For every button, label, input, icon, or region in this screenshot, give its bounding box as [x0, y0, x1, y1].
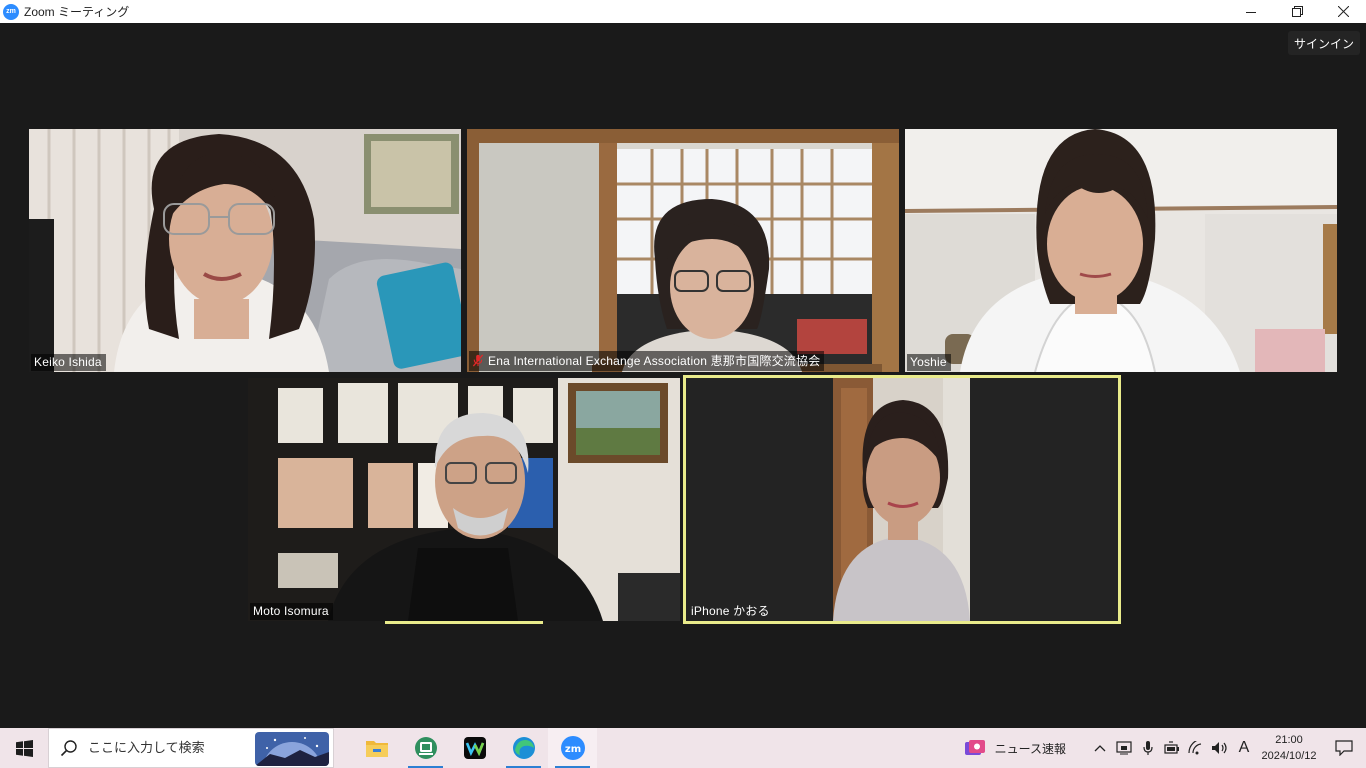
file-explorer-icon: [365, 741, 388, 757]
title-bar: zm Zoom ミーティング: [0, 0, 1366, 23]
speaking-indicator: [385, 621, 543, 624]
taskbar-app[interactable]: [401, 728, 450, 768]
video-tile[interactable]: Yoshie: [905, 129, 1337, 372]
search-highlight-image: [255, 732, 329, 766]
minimize-icon: [1246, 11, 1256, 13]
clock[interactable]: 21:00 2024/10/12: [1256, 728, 1322, 768]
taskbar-zoom[interactable]: zm: [548, 728, 597, 768]
taskbar: zm ニュース速報: [0, 728, 1366, 768]
window-controls: [1228, 0, 1366, 23]
taskbar-webex[interactable]: [450, 728, 499, 768]
chevron-up-icon: [1094, 745, 1106, 752]
taskbar-search[interactable]: [48, 728, 334, 768]
volume-button[interactable]: [1208, 728, 1232, 768]
taskbar-edge[interactable]: [499, 728, 548, 768]
window-title: Zoom ミーティング: [24, 5, 130, 19]
participant-name-label: Keiko Ishida: [31, 354, 106, 371]
participant-video: [467, 129, 899, 372]
news-label: ニュース速報: [994, 741, 1066, 756]
participant-name: Keiko Ishida: [34, 355, 102, 369]
participant-name-label: iPhone かおる: [688, 601, 774, 621]
participant-name-label: Ena International Exchange Association 恵…: [469, 351, 825, 371]
participant-name-label: Moto Isomura: [250, 603, 333, 620]
battery-icon: [1164, 741, 1179, 754]
meeting-view: サインイン Keiko Ishida Ena International Exc…: [0, 23, 1366, 728]
participant-name-label: Yoshie: [907, 354, 951, 371]
webex-icon: [463, 737, 486, 759]
sign-in-button[interactable]: サインイン: [1287, 31, 1360, 55]
video-tile[interactable]: Keiko Ishida: [29, 129, 461, 372]
video-tile-active[interactable]: iPhone かおる: [683, 375, 1121, 624]
video-tile[interactable]: Moto Isomura: [248, 378, 680, 621]
network-monitor-icon: [1116, 741, 1132, 755]
participant-name: Yoshie: [910, 355, 947, 369]
network-monitor-button[interactable]: [1112, 728, 1136, 768]
close-icon: [1337, 6, 1349, 17]
svg-text:zm: zm: [564, 744, 580, 755]
news-widget[interactable]: ニュース速報: [956, 728, 1074, 768]
restore-icon: [1291, 6, 1303, 17]
video-tile[interactable]: Ena International Exchange Association 恵…: [467, 129, 899, 372]
show-hidden-icons-button[interactable]: [1088, 728, 1112, 768]
search-icon: [60, 740, 77, 757]
microphone-icon: [1143, 741, 1153, 755]
zoom-icon: zm: [560, 736, 585, 760]
action-center-button[interactable]: [1322, 728, 1366, 768]
clock-time: 21:00: [1275, 734, 1303, 746]
news-icon: [964, 740, 985, 755]
participant-video: [29, 129, 461, 372]
participant-name: Moto Isomura: [253, 604, 329, 618]
windows-logo-icon: [15, 739, 33, 757]
wifi-button[interactable]: [1184, 728, 1208, 768]
minimize-button[interactable]: [1228, 0, 1274, 23]
notification-icon: [1335, 740, 1353, 756]
battery-button[interactable]: [1160, 728, 1184, 768]
volume-icon: [1212, 742, 1227, 754]
taskbar-file-explorer[interactable]: [352, 728, 401, 768]
zoom-logo-icon: zm: [3, 3, 19, 20]
muted-microphone-icon: [472, 354, 484, 367]
clock-date: 2024/10/12: [1261, 750, 1317, 762]
start-button[interactable]: [0, 728, 48, 768]
system-tray: ニュース速報 A 21:00 2024/10/12: [956, 728, 1366, 768]
app-icon: [414, 737, 437, 759]
restore-button[interactable]: [1274, 0, 1320, 23]
participant-video: [248, 378, 680, 621]
wifi-icon: [1188, 741, 1202, 755]
close-button[interactable]: [1320, 0, 1366, 23]
participant-name: Ena International Exchange Association 恵…: [488, 354, 821, 368]
microphone-button[interactable]: [1136, 728, 1160, 768]
edge-icon: [512, 737, 535, 759]
search-input[interactable]: [86, 739, 250, 757]
participant-video: [833, 378, 970, 621]
ime-indicator[interactable]: A: [1232, 728, 1256, 768]
participant-name: iPhone かおる: [691, 604, 770, 618]
participant-video: [905, 129, 1337, 372]
